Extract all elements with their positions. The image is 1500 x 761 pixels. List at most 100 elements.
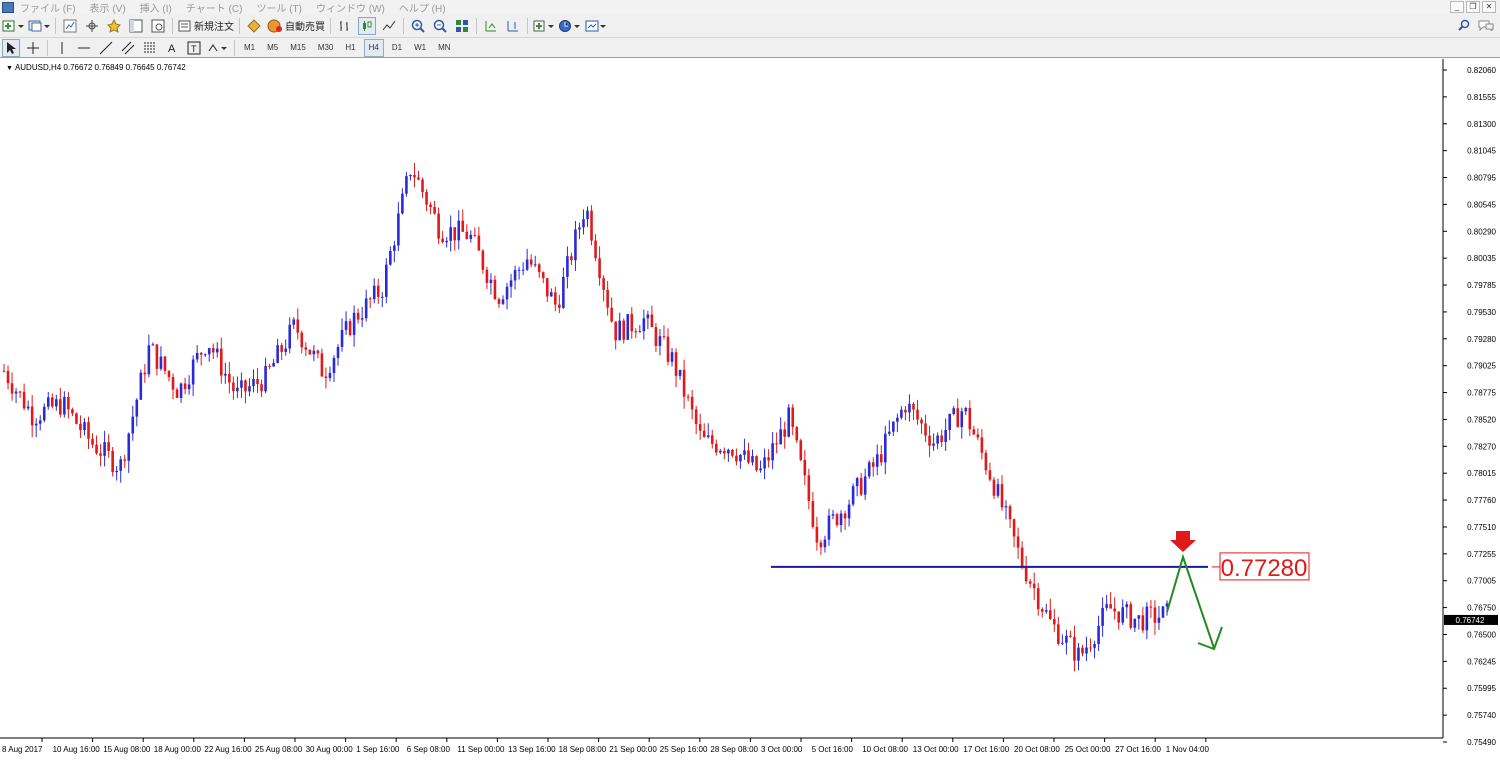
candle-body: [236, 387, 239, 392]
candle-body: [244, 380, 247, 392]
candle-body: [912, 403, 915, 410]
zoom-out-button[interactable]: [431, 17, 449, 35]
cursor-tool-button[interactable]: [2, 38, 20, 57]
new-order-button[interactable]: 新規注文: [178, 17, 234, 35]
timeframe-mn[interactable]: MN: [434, 39, 454, 57]
terminal-button[interactable]: [127, 17, 145, 35]
candle-body: [187, 384, 191, 390]
menu-file[interactable]: ファイル (F): [20, 0, 76, 15]
restore-button[interactable]: ❐: [1466, 1, 1480, 13]
candle-body: [723, 450, 726, 454]
chart-shift-button[interactable]: [504, 17, 522, 35]
new-chart-button[interactable]: [2, 17, 24, 35]
timeframe-w1[interactable]: W1: [410, 39, 430, 57]
timeframe-m1[interactable]: M1: [240, 39, 259, 57]
candle-body: [461, 220, 465, 232]
time-label: 25 Aug 08:00: [255, 745, 303, 754]
price-chart[interactable]: 0.82060 0.81555 0.81300 0.81045 0.80795 0.805…: [0, 59, 1500, 761]
strategy-tester-button[interactable]: [149, 17, 167, 35]
time-label: 13 Sep 16:00: [508, 745, 556, 754]
candle-body: [195, 352, 199, 360]
candle-body: [702, 430, 706, 438]
auto-scroll-button[interactable]: [482, 17, 500, 35]
text-label-button[interactable]: T: [185, 39, 203, 57]
new-chart-icon: [2, 20, 24, 31]
chat-icon[interactable]: [1478, 19, 1494, 31]
menu-window[interactable]: ウィンドウ (W): [316, 0, 385, 15]
candle-body: [320, 353, 324, 377]
market-watch-button[interactable]: [61, 17, 79, 35]
close-button[interactable]: ✕: [1482, 1, 1496, 13]
chart-shift-icon: [507, 20, 518, 31]
text-tool-button[interactable]: A: [163, 39, 181, 57]
candle-body: [968, 407, 972, 430]
candle-body: [220, 348, 223, 376]
auto-trading-button[interactable]: 自動売買: [267, 17, 325, 35]
bar-chart-button[interactable]: [336, 17, 354, 35]
menu-tools[interactable]: ツール (T): [256, 0, 302, 15]
data-window-button[interactable]: [83, 17, 101, 35]
candle-body: [131, 416, 135, 434]
candle-body: [143, 372, 147, 375]
candle-body: [429, 204, 432, 208]
candle-body: [690, 396, 694, 410]
candle-body: [819, 542, 823, 548]
candle-body: [996, 484, 1000, 496]
candle-body: [747, 450, 750, 463]
horizontal-line-button[interactable]: [75, 39, 93, 57]
timeframe-h4[interactable]: H4: [363, 38, 384, 57]
candle-body: [46, 397, 50, 407]
menu-chart[interactable]: チャート (C): [186, 0, 243, 15]
candle-body: [803, 459, 807, 476]
channel-button[interactable]: [119, 39, 137, 57]
crosshair-tool-button[interactable]: [24, 39, 42, 57]
menu-view[interactable]: 表示 (V): [90, 0, 126, 15]
fibonacci-button[interactable]: [141, 39, 159, 57]
price-label: 0.77510: [1467, 523, 1496, 532]
candlestick-button[interactable]: [358, 16, 376, 35]
drawing-toolbar: A T M1 M5 M15 M30 H1 H4 D1 W1 MN: [0, 38, 1500, 58]
line-chart-button[interactable]: [380, 17, 398, 35]
timeframe-m30[interactable]: M30: [314, 39, 338, 57]
search-icon[interactable]: [1458, 19, 1470, 31]
candle-body: [582, 219, 585, 228]
candle-body: [674, 352, 678, 376]
indicators-button[interactable]: [533, 17, 555, 35]
timeframe-m5[interactable]: M5: [263, 39, 282, 57]
candle-body: [710, 435, 714, 444]
arrows-button[interactable]: [207, 39, 229, 57]
timeframe-m15[interactable]: M15: [286, 39, 310, 57]
candle-body: [984, 452, 988, 471]
periods-button[interactable]: [559, 17, 581, 35]
trendline-button[interactable]: [97, 39, 115, 57]
candle-body: [666, 336, 670, 362]
menu-insert[interactable]: 挿入 (I): [140, 0, 172, 15]
zoom-in-button[interactable]: [409, 17, 427, 35]
templates-button[interactable]: [585, 17, 607, 35]
timeframe-h1[interactable]: H1: [341, 39, 359, 57]
chart-window[interactable]: 0.82060 0.81555 0.81300 0.81045 0.80795 0.805…: [0, 59, 1500, 761]
timeframe-d1[interactable]: D1: [388, 39, 406, 57]
profiles-button[interactable]: [28, 17, 50, 35]
price-label: 0.77255: [1467, 550, 1496, 559]
candle-body: [18, 391, 22, 393]
candle-body: [1133, 618, 1137, 628]
menu-help[interactable]: ヘルプ (H): [399, 0, 446, 15]
candle-body: [1077, 647, 1080, 661]
time-label: 1 Nov 04:00: [1166, 745, 1210, 754]
candle-body: [1081, 647, 1084, 654]
meta-editor-button[interactable]: [245, 17, 263, 35]
candle-body: [626, 314, 630, 340]
candle-body: [586, 210, 589, 220]
candle-body: [437, 213, 440, 239]
candle-body: [614, 321, 617, 341]
candle-body: [706, 435, 710, 438]
candle-body: [831, 514, 835, 516]
minimize-button[interactable]: _: [1450, 1, 1464, 13]
indicators-icon: [533, 20, 554, 31]
navigator-button[interactable]: [105, 17, 123, 35]
auto-trading-icon: [267, 19, 282, 32]
tile-windows-button[interactable]: [453, 17, 471, 35]
vertical-line-button[interactable]: [53, 39, 71, 57]
candle-body: [376, 285, 380, 297]
